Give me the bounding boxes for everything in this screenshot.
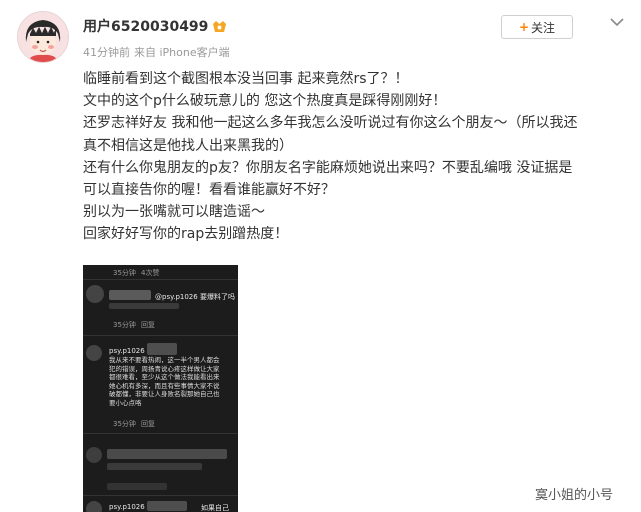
comment-time: 35分钟: [113, 420, 136, 428]
comment-text: 我从来不要看热闹，这一半个男人都会犯的错误，周扬青说心疼这样做让大家都很难看，至…: [109, 356, 220, 407]
vip-badge-icon: [212, 19, 227, 33]
post-line: 真不相信这是他找人出来黑我的）: [83, 137, 293, 154]
post-line: 临睡前看到这个截图根本没当回事 起来竟然rs了？！: [83, 71, 409, 87]
blurred-line: [107, 463, 202, 470]
watermark: 寞小姐的小号: [535, 488, 614, 503]
reply-link: 回复: [141, 420, 155, 428]
divider: [83, 335, 238, 336]
blurred-name: [147, 343, 177, 355]
blurred-line: [107, 483, 167, 490]
post-time[interactable]: 41分钟前: [83, 46, 130, 59]
post-image[interactable]: 35分钟 4次赞 @psy.p1026 要爆料了吗 35分钟 回复 psy.p1…: [83, 265, 238, 512]
comment-username: psy.p1026: [109, 503, 145, 511]
post-line: 还罗志祥好友 我和他一起这么多年我怎么没听说过有你这么个朋友～（所以我还: [83, 115, 578, 132]
blurred-line: [107, 449, 227, 459]
avatar: [86, 285, 104, 303]
post-meta: 41分钟前 来自 iPhone客户端: [83, 44, 234, 60]
chevron-down-icon[interactable]: [609, 16, 625, 28]
avatar: [86, 447, 102, 463]
avatar[interactable]: [17, 11, 69, 63]
screenshot-time: 35分钟: [113, 269, 136, 277]
screenshot-likes: 4次赞: [141, 269, 160, 277]
post-content: 临睡前看到这个截图根本没当回事 起来竟然rs了？！ 文中的这个p什么破玩意儿的 …: [83, 68, 623, 246]
username-text[interactable]: 用户6520030499: [83, 19, 208, 35]
post-line: 回家好好写你的rap去别蹭热度！: [83, 226, 289, 243]
divider: [83, 495, 238, 496]
avatar: [86, 501, 102, 512]
follow-button-label: 关注: [531, 20, 556, 35]
post-line: 还有什么你鬼朋友的p友？你朋友名字能麻烦她说出来吗？不要乱编哦 没证据是: [83, 159, 573, 176]
post-line: 文中的这个p什么破玩意儿的 您这个热度真是踩得刚刚好！: [83, 93, 447, 110]
username[interactable]: 用户6520030499: [83, 16, 227, 36]
divider: [83, 279, 238, 280]
blurred-name: [109, 290, 151, 300]
blurred-name: [147, 501, 187, 511]
comment-text: 如果自己: [201, 504, 229, 512]
comment-text: @psy.p1026 要爆料了吗: [155, 293, 235, 301]
post-line: 可以直接告你的喔！看看谁能赢好不好？: [83, 182, 335, 199]
blurred-line: [109, 303, 179, 309]
cartoon-girl-avatar-icon: [18, 12, 68, 62]
post-source: 来自 iPhone客户端: [134, 46, 230, 59]
avatar: [86, 345, 102, 361]
post-line: 别以为一张嘴就可以瞎造谣～: [83, 204, 265, 221]
reply-link: 回复: [141, 321, 155, 329]
comment-time: 35分钟: [113, 321, 136, 329]
follow-button[interactable]: + 关注: [501, 15, 573, 39]
comment-username: psy.p1026: [109, 347, 145, 355]
plus-icon: +: [518, 20, 530, 34]
divider: [83, 433, 238, 434]
